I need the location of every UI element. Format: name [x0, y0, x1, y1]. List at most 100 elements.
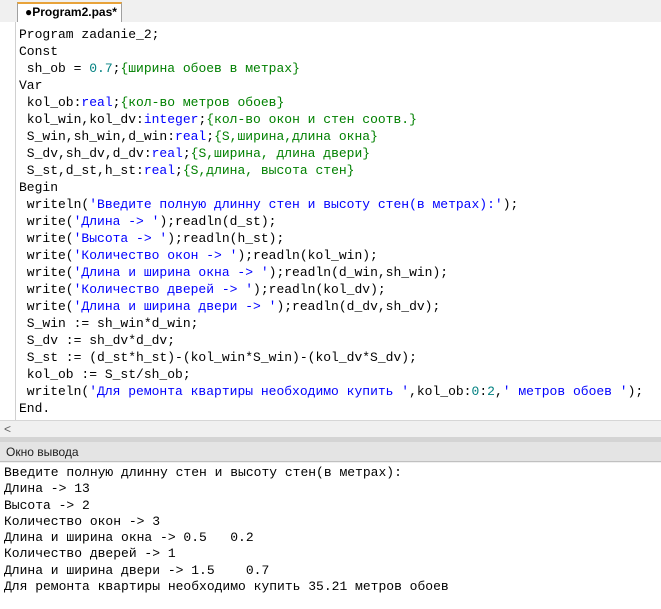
source-code[interactable]: Program zadanie_2; Const sh_ob = 0.7;{шир… — [19, 26, 643, 417]
code-token: 'Длина и ширина двери -> ' — [73, 299, 277, 314]
code-token: );readln(kol_dv); — [253, 282, 386, 297]
code-line[interactable]: S_st := (d_st*h_st)-(kol_win*S_win)-(kol… — [19, 349, 643, 366]
code-token: );readln(d_win,sh_win); — [268, 265, 449, 280]
code-token: );readln(kol_win); — [237, 248, 378, 263]
code-token: {S,ширина,длина окна} — [214, 129, 378, 144]
code-token: Begin — [19, 180, 59, 195]
gutter-divider — [15, 22, 16, 420]
output-line: Длина и ширина двери -> 1.5 0.7 — [4, 562, 270, 578]
code-token: S_dv := sh_dv*d_dv; — [19, 333, 176, 348]
code-token: ' метров обоев ' — [502, 384, 628, 399]
code-token: write( — [19, 214, 74, 229]
code-token: {S,ширина, длина двери} — [190, 146, 371, 161]
code-line[interactable]: writeln('Введите полную длинну стен и вы… — [19, 196, 643, 213]
code-token: ); — [627, 384, 644, 399]
code-token: ); — [502, 197, 519, 212]
code-token: ; — [182, 146, 191, 161]
tab-bar: ●Program2.pas* — [0, 0, 661, 23]
code-token: real — [175, 129, 207, 144]
code-token: Program zadanie_2; — [19, 27, 160, 42]
code-line[interactable]: write('Длина и ширина окна -> ');readln(… — [19, 264, 643, 281]
code-token: real — [151, 146, 183, 161]
code-line[interactable]: Program zadanie_2; — [19, 26, 643, 43]
code-token: End. — [19, 401, 51, 416]
code-line[interactable]: S_st,d_st,h_st:real;{S,длина, высота сте… — [19, 162, 643, 179]
output-panel-title: Окно вывода — [0, 442, 661, 462]
code-line[interactable]: kol_ob:real;{кол-во метров обоев} — [19, 94, 643, 111]
tab-program2[interactable]: ●Program2.pas* — [17, 2, 122, 22]
output-line: Количество окон -> 3 — [4, 513, 161, 529]
code-token: ; — [206, 129, 215, 144]
code-token: integer — [143, 112, 199, 127]
code-token: kol_win,kol_dv: — [19, 112, 144, 127]
code-token: Const — [19, 44, 59, 59]
code-line[interactable]: write('Количество окон -> ');readln(kol_… — [19, 247, 643, 264]
code-token: write( — [19, 248, 74, 263]
code-token: );readln(h_st); — [167, 231, 285, 246]
code-token: {кол-во окон и стен соотв.} — [206, 112, 417, 127]
code-token: 'Длина -> ' — [73, 214, 160, 229]
code-line[interactable]: S_win,sh_win,d_win:real;{S,ширина,длина … — [19, 128, 643, 145]
code-line[interactable]: S_win := sh_win*d_win; — [19, 315, 643, 332]
output-line: Для ремонта квартиры необходимо купить 3… — [4, 579, 449, 595]
code-line[interactable]: kol_ob := S_st/sh_ob; — [19, 366, 643, 383]
code-token: kol_ob: — [19, 95, 82, 110]
code-token: 'Количество окон -> ' — [73, 248, 238, 263]
output-line: Количество дверей -> 1 — [4, 546, 176, 562]
code-token: 'Высота -> ' — [73, 231, 168, 246]
code-line[interactable]: S_dv := sh_dv*d_dv; — [19, 332, 643, 349]
code-editor[interactable]: Program zadanie_2; Const sh_ob = 0.7;{шир… — [0, 22, 661, 420]
code-token: write( — [19, 265, 74, 280]
code-token: {кол-во метров обоев} — [120, 95, 285, 110]
code-token: write( — [19, 299, 74, 314]
code-token: S_st := (d_st*h_st)-(kol_win*S_win)-(kol… — [19, 350, 417, 365]
code-line[interactable]: kol_win,kol_dv:integer;{кол-во окон и ст… — [19, 111, 643, 128]
code-token: S_win,sh_win,d_win: — [19, 129, 176, 144]
code-token: 'Для ремонта квартиры необходимо купить … — [89, 384, 410, 399]
output-line: Длина и ширина окна -> 0.5 0.2 — [4, 530, 254, 546]
code-token: 0.7 — [89, 61, 113, 76]
code-line[interactable]: write('Высота -> ');readln(h_st); — [19, 230, 643, 247]
horizontal-scrollbar[interactable]: < — [0, 420, 661, 438]
code-token: Var — [19, 78, 43, 93]
code-line[interactable]: S_dv,sh_dv,d_dv:real;{S,ширина, длина дв… — [19, 145, 643, 162]
code-token: 2 — [487, 384, 495, 399]
output-text: Введите полную длинну стен и высоту стен… — [4, 465, 449, 595]
code-token: S_st,d_st,h_st: — [19, 163, 144, 178]
output-line: Длина -> 13 — [4, 481, 90, 497]
code-token: : — [479, 384, 488, 399]
code-line[interactable]: Var — [19, 77, 643, 94]
code-line[interactable]: write('Длина и ширина двери -> ');readln… — [19, 298, 643, 315]
code-token: ,kol_ob: — [409, 384, 472, 399]
code-token: S_win := sh_win*d_win; — [19, 316, 199, 331]
code-token: , — [494, 384, 503, 399]
code-token: S_dv,sh_dv,d_dv: — [19, 146, 152, 161]
code-token: write( — [19, 231, 74, 246]
code-token: write( — [19, 282, 74, 297]
code-line[interactable]: writeln('Для ремонта квартиры необходимо… — [19, 383, 643, 400]
output-panel: Введите полную длинну стен и высоту стен… — [0, 463, 661, 609]
code-token: 'Длина и ширина окна -> ' — [73, 265, 269, 280]
output-line: Высота -> 2 — [4, 497, 90, 513]
code-token: writeln( — [19, 197, 90, 212]
code-token: ; — [175, 163, 183, 178]
code-token: sh_ob = — [19, 61, 90, 76]
code-line[interactable]: write('Длина -> ');readln(d_st); — [19, 213, 643, 230]
code-token: );readln(d_dv,sh_dv); — [276, 299, 441, 314]
code-token: kol_ob := S_st/sh_ob; — [19, 367, 191, 382]
editor-gutter — [0, 22, 14, 420]
code-line[interactable]: End. — [19, 400, 643, 417]
code-token: real — [143, 163, 176, 178]
code-token: {S,длина, высота стен} — [182, 163, 355, 178]
code-token: );readln(d_st); — [159, 214, 277, 229]
code-token: 'Введите полную длинну стен и высоту сте… — [89, 197, 503, 212]
code-token: {ширина обоев в метрах} — [120, 61, 300, 76]
code-token: 'Количество дверей -> ' — [73, 282, 254, 297]
code-line[interactable]: write('Количество дверей -> ');readln(ko… — [19, 281, 643, 298]
output-line: Введите полную длинну стен и высоту стен… — [4, 465, 402, 480]
scroll-left-icon[interactable]: < — [4, 422, 11, 436]
code-line[interactable]: sh_ob = 0.7;{ширина обоев в метрах} — [19, 60, 643, 77]
code-line[interactable]: Begin — [19, 179, 643, 196]
code-line[interactable]: Const — [19, 43, 643, 60]
code-token: real — [81, 95, 113, 110]
